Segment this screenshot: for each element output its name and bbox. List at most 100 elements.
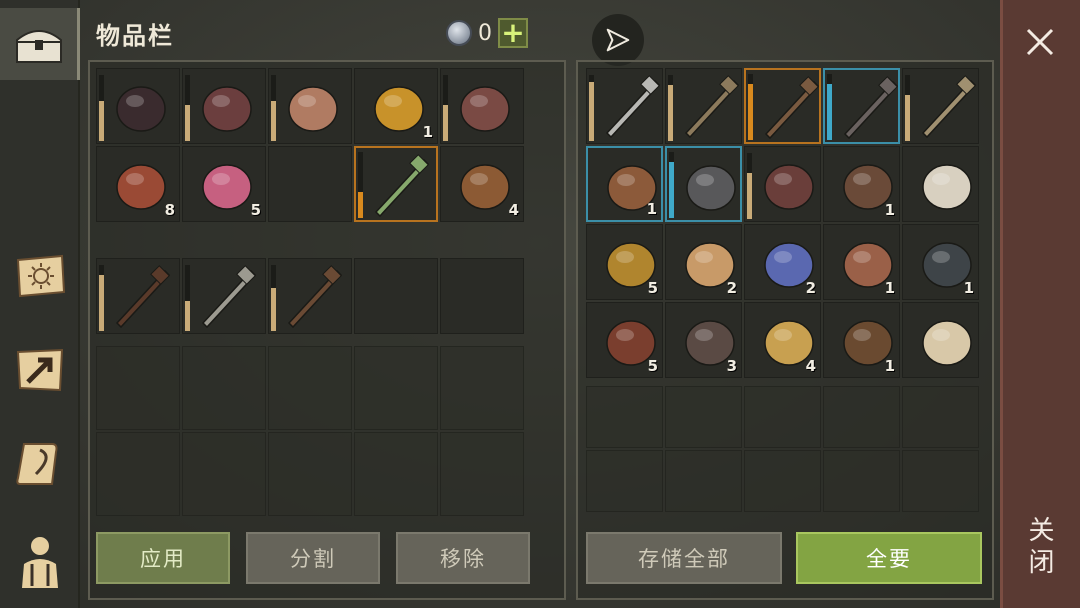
warhammer-icon: [843, 76, 899, 140]
empty-slot[interactable]: [823, 386, 900, 448]
durability-bar: [99, 75, 104, 141]
durability-bar: [905, 75, 910, 141]
inventory-slot[interactable]: 1: [823, 302, 900, 378]
page-title: 物品栏: [96, 22, 174, 50]
add-currency-button[interactable]: +: [498, 18, 528, 48]
inventory-slot[interactable]: 1: [823, 224, 900, 300]
durability-bar: [185, 75, 190, 141]
pickaxe-icon: [764, 76, 820, 140]
empty-slot[interactable]: [182, 346, 266, 430]
inventory-slot[interactable]: 4: [744, 302, 821, 378]
item-quantity: 1: [646, 200, 657, 218]
blueprint-icon: [922, 164, 972, 210]
item-quantity: 5: [647, 279, 658, 297]
mace-icon: [115, 265, 171, 329]
inventory-slot[interactable]: [665, 146, 742, 222]
scroll-icon: [922, 320, 972, 366]
inventory-slot[interactable]: [354, 146, 438, 222]
close-panel[interactable]: 关闭: [1000, 0, 1080, 608]
storage-empty-grid: [586, 386, 979, 512]
use-button[interactable]: 应用: [96, 532, 230, 584]
empty-slot[interactable]: [665, 450, 742, 512]
empty-slot[interactable]: [823, 450, 900, 512]
inventory-slot[interactable]: [268, 258, 352, 334]
inventory-slot[interactable]: 5: [586, 224, 663, 300]
navigation-arrow-icon: [606, 28, 630, 52]
inventory-slot[interactable]: 2: [665, 224, 742, 300]
empty-slot[interactable]: [440, 346, 524, 430]
tab-day-journal[interactable]: [0, 240, 80, 312]
empty-slot[interactable]: [586, 450, 663, 512]
inventory-slot[interactable]: [96, 68, 180, 144]
empty-slot[interactable]: [586, 386, 663, 448]
inventory-slot[interactable]: 3: [665, 302, 742, 378]
tab-map[interactable]: [0, 334, 80, 406]
item-quantity: 1: [884, 201, 895, 219]
empty-slot[interactable]: [354, 258, 438, 334]
inventory-slot[interactable]: 1: [823, 146, 900, 222]
item-quantity: 5: [250, 201, 261, 219]
empty-slot[interactable]: [96, 346, 180, 430]
empty-slot[interactable]: [744, 450, 821, 512]
empty-slot[interactable]: [268, 432, 352, 516]
empty-slot[interactable]: [902, 386, 979, 448]
tab-character[interactable]: [0, 524, 80, 596]
navigation-button[interactable]: [592, 14, 644, 66]
inventory-slot[interactable]: [440, 68, 524, 144]
empty-slot[interactable]: [354, 346, 438, 430]
empty-slot[interactable]: [440, 432, 524, 516]
remove-button[interactable]: 移除: [396, 532, 530, 584]
inventory-slot[interactable]: [586, 68, 663, 144]
inventory-slot[interactable]: [744, 68, 821, 144]
store-all-button[interactable]: 存储全部: [586, 532, 782, 584]
item-quantity: 4: [508, 201, 519, 219]
empty-slot[interactable]: [744, 386, 821, 448]
inventory-slot[interactable]: 2: [744, 224, 821, 300]
pants-icon: [116, 86, 166, 132]
inventory-slot[interactable]: 4: [440, 146, 524, 222]
inventory-slot[interactable]: 1: [354, 68, 438, 144]
split-button[interactable]: 分割: [246, 532, 380, 584]
durability-bar: [271, 75, 276, 141]
inventory-slot[interactable]: [96, 258, 180, 334]
tab-quests[interactable]: [0, 428, 80, 500]
silver-coin-icon: [446, 20, 472, 46]
chainmail-gloves-icon: [202, 86, 252, 132]
empty-slot[interactable]: [440, 258, 524, 334]
inventory-slot[interactable]: 8: [96, 146, 180, 222]
empty-slot[interactable]: [268, 346, 352, 430]
empty-slot[interactable]: [902, 450, 979, 512]
inventory-slot[interactable]: [823, 68, 900, 144]
inventory-slot[interactable]: 5: [586, 302, 663, 378]
empty-slot[interactable]: [665, 386, 742, 448]
empty-slot[interactable]: [182, 432, 266, 516]
inventory-slot[interactable]: [902, 302, 979, 378]
item-quantity: 4: [805, 357, 816, 375]
poison-dagger-icon: [374, 154, 430, 218]
durability-bar: [668, 75, 673, 141]
inventory-slot[interactable]: [182, 258, 266, 334]
inventory-grid: 1854: [96, 68, 524, 222]
inventory-slot[interactable]: [182, 68, 266, 144]
empty-slot[interactable]: [354, 432, 438, 516]
item-quantity: 2: [805, 279, 816, 297]
inventory-slot[interactable]: 1: [902, 224, 979, 300]
take-all-button[interactable]: 全要: [796, 532, 982, 584]
inventory-slot[interactable]: [744, 146, 821, 222]
empty-slot[interactable]: [96, 432, 180, 516]
empty-slot[interactable]: [268, 146, 352, 222]
item-quantity: 5: [647, 357, 658, 375]
inventory-slot[interactable]: [902, 68, 979, 144]
item-quantity: 1: [884, 357, 895, 375]
inventory-slot[interactable]: [902, 146, 979, 222]
item-quantity: 8: [164, 201, 175, 219]
inventory-slot[interactable]: [268, 68, 352, 144]
close-button-label[interactable]: 关闭: [1022, 516, 1058, 580]
inventory-slot[interactable]: [665, 68, 742, 144]
durability-bar: [358, 152, 363, 218]
kettle-hat-icon: [288, 86, 338, 132]
inventory-slot[interactable]: 1: [586, 146, 663, 222]
close-icon[interactable]: [1020, 22, 1060, 62]
tab-inventory[interactable]: [0, 8, 80, 80]
inventory-slot[interactable]: 5: [182, 146, 266, 222]
